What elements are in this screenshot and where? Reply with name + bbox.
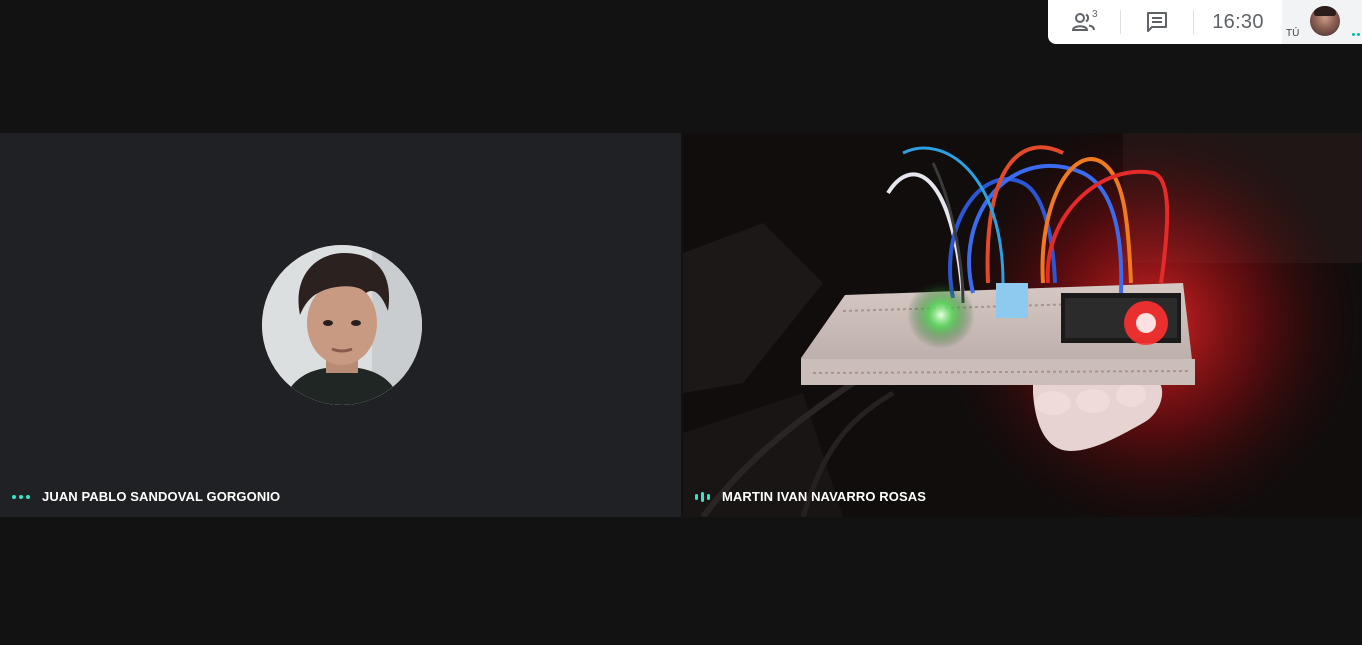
self-label: TÚ — [1286, 28, 1300, 39]
participant-name-row: JUAN PABLO SANDOVAL GORGONIO — [12, 489, 280, 504]
speaking-indicator-icon — [695, 491, 710, 502]
chat-icon — [1147, 12, 1167, 32]
meeting-clock: 16:30 — [1212, 10, 1264, 33]
audio-indicator-icon — [12, 494, 30, 499]
meeting-stage: 3 16:30 TÚ JUAN PABLO SANDOVAL GORGONIO … — [0, 0, 1362, 645]
audio-indicator-icon — [1352, 33, 1362, 36]
camera-video-feed — [683, 133, 1362, 517]
chat-button[interactable] — [1121, 0, 1193, 44]
participant-avatar — [262, 245, 422, 405]
participant-tile[interactable]: JUAN PABLO SANDOVAL GORGONIO — [0, 133, 681, 517]
meeting-info-bar: 3 16:30 TÚ — [1048, 0, 1362, 44]
avatar — [1310, 6, 1340, 36]
participant-tile[interactable]: MARTIN IVAN NAVARRO ROSAS — [683, 133, 1362, 517]
participant-name-row: MARTIN IVAN NAVARRO ROSAS — [695, 489, 926, 504]
participants-button[interactable]: 3 — [1048, 0, 1120, 44]
participant-name: MARTIN IVAN NAVARRO ROSAS — [722, 489, 926, 504]
self-view[interactable]: TÚ — [1282, 0, 1362, 44]
participant-count: 3 — [1092, 9, 1098, 20]
participant-name: JUAN PABLO SANDOVAL GORGONIO — [42, 489, 281, 504]
